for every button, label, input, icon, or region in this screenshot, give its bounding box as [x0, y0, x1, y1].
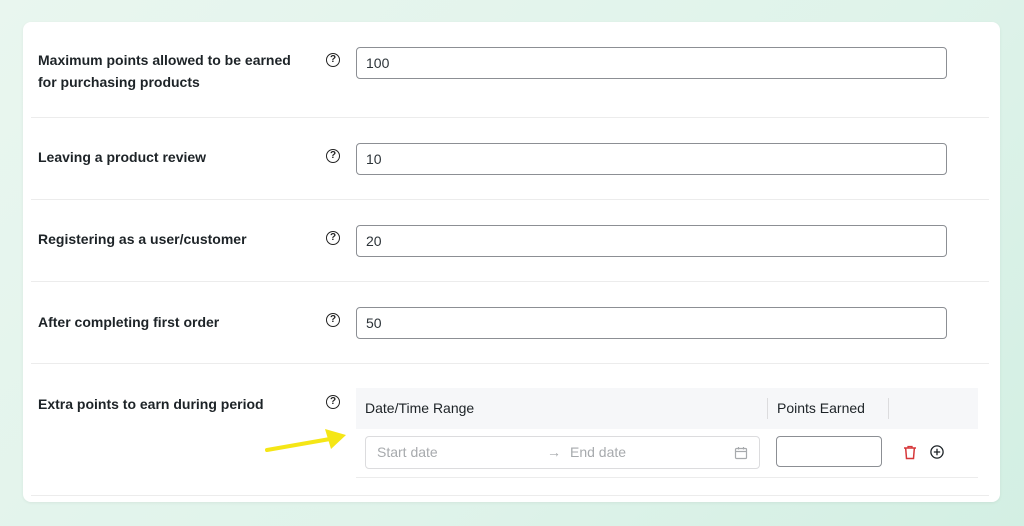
calendar-icon[interactable]: [734, 446, 748, 460]
register-label: Registering as a user/customer: [38, 231, 247, 247]
setting-row-register: Registering as a user/customer ?: [31, 200, 989, 282]
setting-row-first-order: After completing first order ?: [31, 282, 989, 364]
table-row: Start date → End date: [356, 429, 978, 478]
arrow-icon: [265, 429, 346, 452]
first-order-input[interactable]: [356, 307, 947, 339]
help-icon[interactable]: ?: [326, 395, 340, 409]
help-icon[interactable]: ?: [326, 149, 340, 163]
register-input[interactable]: [356, 225, 947, 257]
product-review-label: Leaving a product review: [38, 149, 207, 165]
column-header-range: Date/Time Range: [365, 400, 475, 416]
extra-points-label: Extra points to earn during period: [38, 396, 264, 412]
column-header-points: Points Earned: [777, 400, 865, 416]
column-divider: [767, 398, 768, 419]
start-date-placeholder[interactable]: Start date: [377, 437, 438, 468]
help-icon[interactable]: ?: [326, 313, 340, 327]
setting-row-extra-points: Extra points to earn during period ? Dat…: [31, 364, 989, 496]
max-points-input[interactable]: [356, 47, 947, 79]
first-order-label: After completing first order: [38, 314, 220, 330]
setting-row-max-points: Maximum points allowed to be earned for …: [31, 22, 989, 118]
max-points-label: Maximum points allowed to be earned for …: [38, 52, 291, 90]
extra-points-table: Date/Time Range Points Earned Start date…: [356, 388, 978, 478]
settings-card: Maximum points allowed to be earned for …: [23, 22, 1000, 502]
column-divider: [888, 398, 889, 419]
help-icon[interactable]: ?: [326, 231, 340, 245]
plus-circle-icon[interactable]: [930, 445, 944, 459]
trash-icon[interactable]: [903, 445, 917, 460]
end-date-placeholder[interactable]: End date: [570, 437, 626, 468]
help-icon[interactable]: ?: [326, 53, 340, 67]
range-arrow-icon: →: [547, 444, 561, 460]
points-earned-input[interactable]: [776, 436, 882, 467]
date-range-picker[interactable]: Start date → End date: [365, 436, 760, 469]
product-review-input[interactable]: [356, 143, 947, 175]
setting-row-product-review: Leaving a product review ?: [31, 118, 989, 200]
table-header: Date/Time Range Points Earned: [356, 388, 978, 429]
